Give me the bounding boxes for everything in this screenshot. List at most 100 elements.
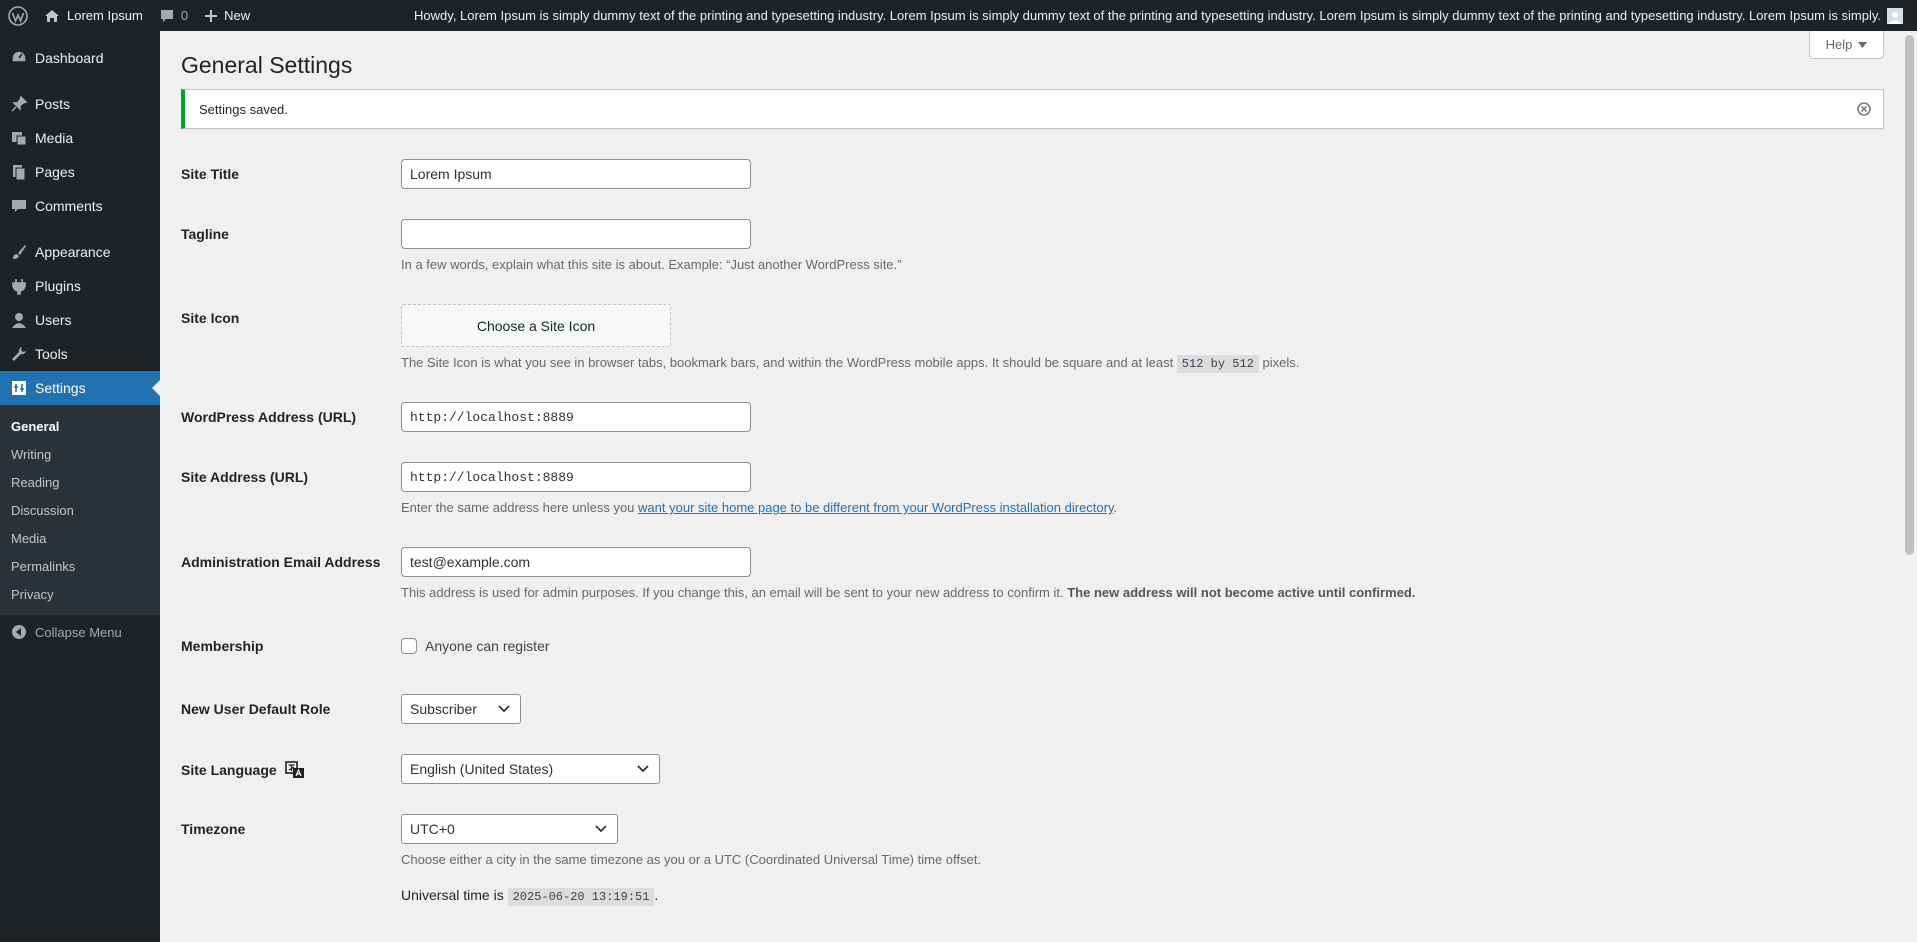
dismiss-notice-icon[interactable] [1857,102,1871,119]
settings-saved-notice: Settings saved. [181,89,1884,129]
chevron-down-icon [595,825,607,833]
pages-icon [9,162,29,182]
collapse-menu-label: Collapse Menu [35,624,122,640]
anyone-can-register-option[interactable]: Anyone can register [401,638,550,654]
site-title-input[interactable] [401,159,751,189]
timezone-value: UTC+0 [410,821,455,837]
submenu-item-media[interactable]: Media [0,524,160,552]
site-name-link[interactable]: Lorem Ipsum [36,0,151,31]
sidebar-item-label: Posts [35,96,71,112]
admin-email-description-text: This address is used for admin purposes.… [401,585,1064,600]
site-address-input[interactable] [401,462,751,492]
sidebar-item-dashboard[interactable]: Dashboard [0,41,160,75]
collapse-menu-button[interactable]: Collapse Menu [0,615,160,649]
sidebar-item-label: Dashboard [35,50,104,66]
submenu-item-general[interactable]: General [0,412,160,440]
sidebar-item-media[interactable]: Media [0,121,160,155]
sidebar-item-label: Settings [35,380,86,396]
tagline-label: Tagline [181,226,229,242]
new-content-menu[interactable]: New [196,0,258,31]
timezone-description: Choose either a city in the same timezon… [401,852,981,867]
sidebar-item-label: Tools [35,346,68,362]
site-address-description-text: Enter the same address here unless you [401,500,635,515]
sidebar-item-users[interactable]: Users [0,303,160,337]
wordpress-address-input[interactable] [401,402,751,432]
chevron-down-icon [637,765,649,773]
site-language-value: English (United States) [410,761,554,777]
anyone-can-register-checkbox[interactable] [401,638,417,654]
howdy-text: Howdy, Lorem Ipsum is simply dummy text … [414,8,1881,23]
universal-time-label: Universal time is [401,887,504,903]
admin-email-label: Administration Email Address [181,554,381,570]
brush-icon [9,242,29,262]
timezone-select[interactable]: UTC+0 [401,814,618,844]
site-icon-size-code: 512 by 512 [1176,355,1259,373]
avatar [1887,7,1903,24]
sidebar-item-pages[interactable]: Pages [0,155,160,189]
site-name-label: Lorem Ipsum [67,8,143,23]
site-language-label: Site Language [181,761,305,782]
site-address-label: Site Address (URL) [181,469,309,485]
universal-time-end: . [654,887,659,903]
anyone-can-register-label: Anyone can register [425,638,550,654]
site-icon-description-end: pixels. [1262,355,1300,370]
submenu-item-discussion[interactable]: Discussion [0,496,160,524]
submenu-item-reading[interactable]: Reading [0,468,160,496]
sidebar-item-posts[interactable]: Posts [0,87,160,121]
pin-icon [9,94,29,114]
tagline-input[interactable] [401,219,751,249]
sidebar-item-label: Plugins [35,278,81,294]
sidebar-item-tools[interactable]: Tools [0,337,160,371]
choose-site-icon-button[interactable]: Choose a Site Icon [401,304,671,347]
submenu-item-writing[interactable]: Writing [0,440,160,468]
admin-email-warning: The new address will not become active u… [1067,585,1416,600]
sidebar-item-label: Users [35,312,72,328]
site-icon-label: Site Icon [181,310,240,326]
account-menu[interactable]: Howdy, Lorem Ipsum is simply dummy text … [414,0,1917,31]
sidebar-item-comments[interactable]: Comments [0,189,160,223]
sidebar-item-appearance[interactable]: Appearance [0,235,160,269]
wordpress-logo-icon[interactable] [0,0,36,31]
help-tab-button[interactable]: Help [1809,31,1884,59]
scrollbar-thumb[interactable] [1905,35,1914,555]
sidebar-item-label: Comments [35,198,103,214]
chevron-down-icon [498,705,510,713]
sidebar-item-settings[interactable]: Settings [0,371,160,405]
site-language-select[interactable]: English (United States) [401,754,660,784]
site-icon-description: The Site Icon is what you see in browser… [401,355,1300,373]
site-language-label-text: Site Language [181,762,277,779]
default-role-select[interactable]: Subscriber [401,694,521,724]
universal-time-value: 2025-06-20 13:19:51 [507,888,655,906]
comments-link[interactable]: 0 [151,0,196,31]
sidebar-item-label: Pages [35,164,75,180]
site-icon-description-text: The Site Icon is what you see in browser… [401,355,1174,370]
comment-bubble-icon [160,9,173,22]
sidebar-item-label: Media [35,130,74,146]
comment-icon [9,196,29,216]
universal-time-row: Universal time is 2025-06-20 13:19:51. [401,887,659,906]
sidebar-item-plugins[interactable]: Plugins [0,269,160,303]
submenu-item-privacy[interactable]: Privacy [0,580,160,608]
caret-down-icon [1858,41,1868,48]
wrench-icon [9,344,29,364]
page-scrollbar[interactable] [1902,31,1917,942]
sidebar-item-label: Appearance [35,244,111,260]
admin-email-description: This address is used for admin purposes.… [401,585,1415,600]
notice-text: Settings saved. [199,101,288,117]
user-icon [9,310,29,330]
collapse-icon [9,622,29,642]
plugin-icon [9,276,29,296]
default-role-value: Subscriber [410,701,477,717]
tagline-description: In a few words, explain what this site i… [401,257,902,272]
admin-email-input[interactable] [401,547,751,577]
admin-bar: Lorem Ipsum 0 New Howdy, Lorem Ipsum is … [0,0,1917,31]
admin-sidebar: Dashboard Posts Media Pages Comments App… [0,31,160,942]
media-icon [9,128,29,148]
site-address-description-end: . [1113,500,1118,515]
settings-submenu: General Writing Reading Discussion Media… [0,405,160,615]
site-address-help-link[interactable]: want your site home page to be different… [638,500,1113,515]
wordpress-address-label: WordPress Address (URL) [181,409,357,425]
settings-icon [9,378,29,398]
page-title: General Settings [181,52,353,78]
submenu-item-permalinks[interactable]: Permalinks [0,552,160,580]
